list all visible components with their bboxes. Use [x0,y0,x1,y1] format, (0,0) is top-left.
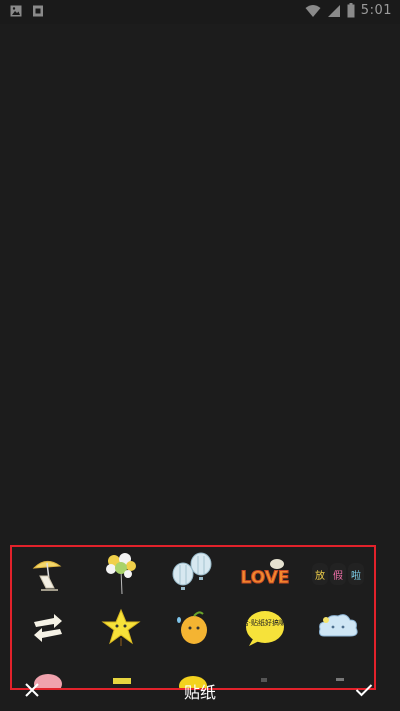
cloud-sticker[interactable] [310,605,366,651]
close-button[interactable] [12,670,52,710]
close-icon [25,682,39,697]
arrows-sticker[interactable] [20,605,76,651]
status-right: 5:01 [305,3,392,18]
editing-canvas[interactable] [0,24,400,538]
wifi-icon [305,4,321,17]
image-notification-icon [10,5,22,17]
battery-icon [347,3,355,18]
panel-title: 贴纸 [183,683,216,702]
check-icon [355,683,373,696]
sticker-row: LOVE 放 假 啦 [12,547,374,601]
status-bar: 5:01 [0,0,400,24]
love-text: LOVE [241,568,290,588]
bubble-text: 哈·贴纸好搞嘛· [243,618,287,627]
confirm-button[interactable] [344,670,384,710]
signal-icon [327,4,340,17]
sim-icon [33,5,43,17]
balloon-bunch-sticker[interactable] [93,551,149,597]
speech-bubble-sticker[interactable]: 哈·贴纸好搞嘛· [237,605,293,651]
star-sticker[interactable] [93,605,149,651]
bottom-action-bar: 贴纸 [0,668,400,711]
vacation-char-3: 啦 [351,569,361,582]
vacation-text-sticker[interactable]: 放 假 啦 [310,551,366,597]
status-left [10,5,44,17]
hot-air-balloons-sticker[interactable] [165,551,221,597]
sticker-row: 哈·贴纸好搞嘛· [12,601,374,655]
beach-chair-umbrella-sticker[interactable] [20,551,76,597]
status-time: 5:01 [360,3,392,18]
lemon-character-sticker[interactable] [165,605,221,651]
vacation-char-2: 假 [333,569,343,582]
love-text-sticker[interactable]: LOVE [237,551,293,597]
vacation-char-1: 放 [315,569,325,582]
